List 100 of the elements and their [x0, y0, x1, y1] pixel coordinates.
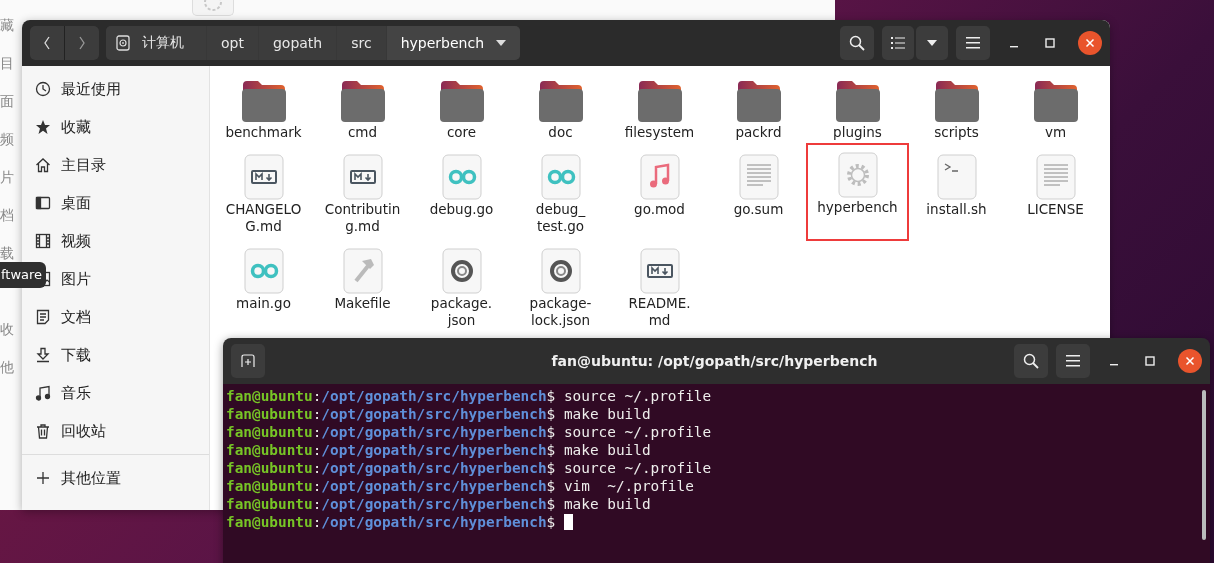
sidebar-item[interactable]: 档	[0, 206, 14, 244]
file-name: benchmark	[225, 124, 302, 141]
file-name: README. md	[628, 295, 691, 329]
file-name: Contributin g.md	[324, 201, 401, 235]
sidebar-item[interactable]: 目	[0, 54, 14, 92]
prompt-user: fan@ubuntu	[226, 405, 313, 423]
window-title: fan@ubuntu: /opt/gopath/src/hyperbench	[550, 353, 879, 369]
command-text: make build	[563, 495, 651, 513]
prompt-user: fan@ubuntu	[226, 423, 313, 441]
file-item[interactable]: main.go	[214, 246, 313, 331]
file-name: Makefile	[334, 295, 391, 312]
prompt-path: /opt/gopath/src/hyperbench	[321, 423, 547, 441]
file-name: hyperbench	[817, 199, 898, 216]
prompt-user: fan@ubuntu	[226, 387, 313, 405]
sidebar-item[interactable]: 藏	[0, 16, 14, 54]
sidebar-item[interactable]: 他	[0, 358, 14, 396]
file-name: plugins	[833, 124, 882, 141]
file-name: LICENSE	[1027, 201, 1084, 218]
file-item[interactable]: install.sh	[907, 152, 1006, 237]
prompt-separator: :	[312, 387, 322, 405]
prompt-separator: :	[312, 423, 322, 441]
prompt-separator: :	[312, 513, 322, 531]
file-item[interactable]: plugins	[808, 75, 907, 143]
prompt-path: /opt/gopath/src/hyperbench	[321, 477, 547, 495]
file-name: go.sum	[733, 201, 784, 218]
prompt-path: /opt/gopath/src/hyperbench	[321, 495, 547, 513]
sidebar-item[interactable]: 片	[0, 168, 14, 206]
file-name: vm	[1044, 124, 1067, 141]
file-name: CHANGELO G.md	[225, 201, 302, 235]
path-segment[interactable]: hyperbench	[386, 26, 521, 60]
prompt-path: /opt/gopath/src/hyperbench	[321, 441, 547, 459]
file-name: debug.go	[429, 201, 494, 218]
file-name: doc	[548, 124, 573, 141]
path-segment[interactable]: src	[337, 26, 386, 60]
prompt-sign: $	[546, 423, 556, 441]
sidebar-item[interactable]: 回收站	[22, 412, 209, 450]
sidebar-item[interactable]: 频	[0, 130, 14, 168]
file-name: filesystem	[624, 124, 695, 141]
sidebar-item[interactable]: 其他位置	[22, 459, 209, 497]
prompt-sign: $	[546, 441, 556, 459]
command-text: make build	[563, 441, 651, 459]
file-item[interactable]: hyperbench	[806, 143, 909, 241]
file-item[interactable]: core	[412, 75, 511, 143]
path-segment[interactable]: opt	[207, 26, 258, 60]
file-name: package- lock.json	[529, 295, 592, 329]
file-item[interactable]: package- lock.json	[511, 246, 610, 331]
command-text: source ~/.profile	[563, 459, 712, 477]
prompt-sign: $	[546, 513, 556, 531]
file-item[interactable]: scripts	[907, 75, 1006, 143]
file-item[interactable]: LICENSE	[1006, 152, 1105, 237]
file-item[interactable]: cmd	[313, 75, 412, 143]
sidebar-item[interactable]: 收	[0, 320, 14, 358]
file-item[interactable]: filesystem	[610, 75, 709, 143]
sidebar-item[interactable]: 主目录	[22, 146, 209, 184]
prompt-user: fan@ubuntu	[226, 441, 313, 459]
path-segment[interactable]: 计算机	[106, 26, 206, 60]
prompt-sign: $	[546, 495, 556, 513]
sidebar-item[interactable]: 面	[0, 92, 14, 130]
prompt-user: fan@ubuntu	[226, 477, 313, 495]
prompt-sign: $	[546, 459, 556, 477]
prompt-sign: $	[546, 477, 556, 495]
file-item[interactable]: CHANGELO G.md	[214, 152, 313, 237]
sidebar-item[interactable]: 桌面	[22, 184, 209, 222]
file-item[interactable]: vm	[1006, 75, 1105, 143]
file-name: scripts	[934, 124, 979, 141]
path-segment[interactable]: gopath	[258, 26, 337, 60]
prompt-user: fan@ubuntu	[226, 513, 313, 531]
file-item[interactable]: go.sum	[709, 152, 808, 237]
file-name: package. json	[430, 295, 493, 329]
file-item[interactable]: go.mod	[610, 152, 709, 237]
file-item[interactable]: Makefile	[313, 246, 412, 331]
file-item[interactable]: debug_ test.go	[511, 152, 610, 237]
command-text: make build	[563, 405, 651, 423]
prompt-separator: :	[312, 477, 322, 495]
file-item[interactable]: packrd	[709, 75, 808, 143]
prompt-path: /opt/gopath/src/hyperbench	[321, 405, 547, 423]
file-name: debug_ test.go	[535, 201, 586, 235]
sidebar-item[interactable]: 收藏	[22, 108, 209, 146]
prompt-path: /opt/gopath/src/hyperbench	[321, 513, 547, 531]
prompt-separator: :	[312, 405, 322, 423]
prompt-separator: :	[312, 495, 322, 513]
prompt-separator: :	[312, 459, 322, 477]
file-name: packrd	[735, 124, 782, 141]
sidebar-item[interactable]: 视频	[22, 222, 209, 260]
command-text: source ~/.profile	[563, 423, 712, 441]
sidebar-item[interactable]: 音乐	[22, 374, 209, 412]
file-item[interactable]: debug.go	[412, 152, 511, 237]
sidebar-item[interactable]: 最近使用	[22, 70, 209, 108]
sidebar-item[interactable]: 下载	[22, 336, 209, 374]
file-name: main.go	[236, 295, 291, 312]
prompt-sign: $	[546, 387, 556, 405]
command-text: source ~/.profile	[563, 387, 712, 405]
sidebar-item[interactable]: 文档	[22, 298, 209, 336]
file-item[interactable]: package. json	[412, 246, 511, 331]
file-item[interactable]: benchmark	[214, 75, 313, 143]
file-name: go.mod	[634, 201, 685, 218]
file-item[interactable]: README. md	[610, 246, 709, 331]
file-item[interactable]: Contributin g.md	[313, 152, 412, 237]
prompt-path: /opt/gopath/src/hyperbench	[321, 459, 547, 477]
file-item[interactable]: doc	[511, 75, 610, 143]
